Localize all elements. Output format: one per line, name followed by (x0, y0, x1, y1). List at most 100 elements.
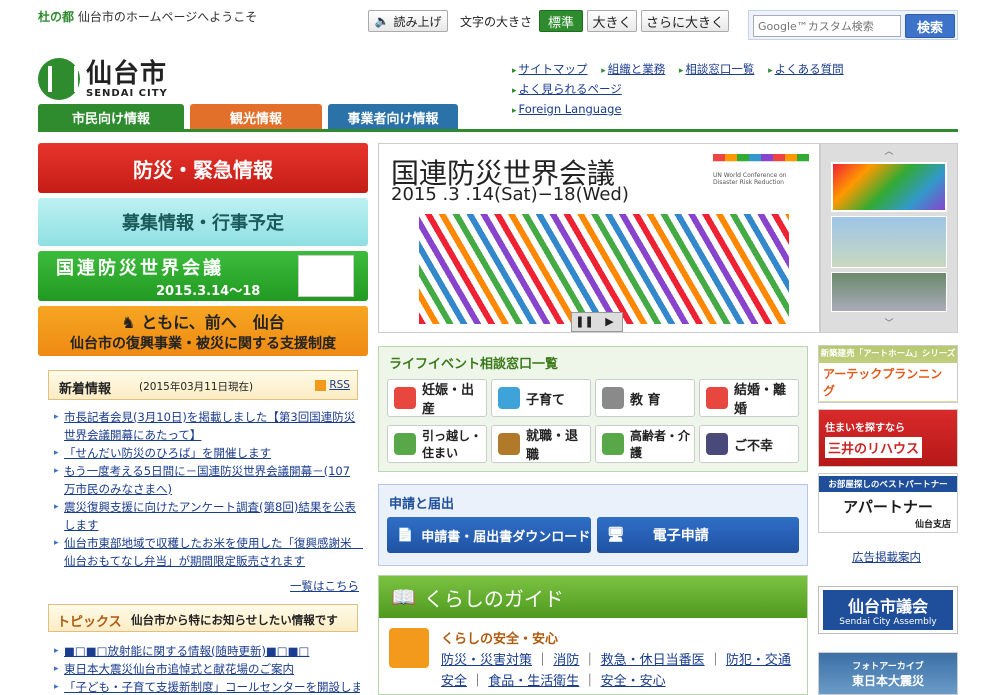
download-forms-button[interactable]: 📄 申請書・届出書ダウンロード (387, 517, 591, 553)
ad-mitsui-rehouse[interactable]: 住まいを探すなら 三井のリハウス (818, 409, 958, 467)
tab-tourism[interactable]: 観光情報 (190, 104, 322, 130)
wheelchair-icon (602, 433, 624, 455)
news-header: 新着情報 (2015年03月11日現在) RSS (48, 370, 358, 400)
photo-archive-banner[interactable]: フォトアーカイブ 東日本大震災 (818, 652, 958, 695)
popular-pages-link[interactable]: よく見られるページ (512, 82, 622, 96)
life-moving-button[interactable]: 引っ越し・住まい (387, 425, 487, 463)
news-list: 市長記者会見(3月10日)を掲載しました【第3回国連防災世界会議開幕にあたって】… (54, 408, 363, 570)
recovery-button[interactable]: ♞ ともに、前へ 仙台 仙台市の復興事業・被災に関する支援制度 (38, 306, 368, 356)
pause-icon[interactable]: ❚❚ (572, 313, 597, 331)
house-icon (389, 628, 429, 668)
list-item[interactable]: ■□■□放射能に関する情報(随時更新)■□■□ (54, 642, 360, 660)
guide-link[interactable]: 食品・生活衛生 (488, 674, 579, 689)
ad3-top-text: お部屋探しのベストパートナー (819, 476, 957, 492)
tagline-prefix: 杜の都 (38, 10, 75, 24)
banner-thumbnails: ︿ ﹀ (820, 143, 958, 333)
banner-artwork (419, 214, 789, 324)
tagline-text: 仙台市のホームページへようこそ (77, 10, 258, 24)
life-pregnancy-button[interactable]: 妊娠・出産 (387, 379, 487, 417)
tab-business[interactable]: 事業者向け情報 (328, 104, 458, 130)
living-guide-panel: 📖 くらしのガイド くらしの安全・安心 防災・災害対策 ｜ 消防 ｜ 救急・休日… (378, 575, 808, 695)
assembly-subtitle: Sendai City Assembly (839, 617, 937, 627)
readaloud-button[interactable]: 🔈 読み上げ (368, 10, 448, 32)
site-logo[interactable]: 仙台市 SENDAI CITY (38, 58, 168, 100)
play-icon[interactable]: ▶ (597, 313, 622, 331)
application-title: 申請と届出 (389, 497, 455, 512)
site-tagline: 杜の都 仙台市のホームページへようこそ (38, 8, 257, 25)
guide-link[interactable]: 防災・災害対策 (441, 653, 532, 668)
organization-link[interactable]: 組織と業務 (601, 62, 666, 76)
recruit-events-button[interactable]: 募集情報・行事予定 (38, 198, 368, 246)
fontsize-large-button[interactable]: 大きく (587, 10, 637, 32)
topics-title: トピックス (57, 615, 122, 630)
faq-link[interactable]: よくある質問 (768, 62, 844, 76)
search-button[interactable]: 検索 (905, 14, 955, 38)
archive-line1: フォトアーカイブ (852, 661, 924, 672)
list-item[interactable]: 東日本大震災仙台市追悼式と献花場のご案内 (54, 660, 360, 678)
fontsize-standard-button[interactable]: 標準 (539, 10, 583, 32)
main-banner[interactable]: 国連防災世界会議 2015 .3 .14(Sat)−18(Wed) UN Wor… (378, 143, 820, 333)
life-bereavement-button[interactable]: ご不幸 (699, 425, 799, 463)
ad-apartner[interactable]: お部屋探しのベストパートナー アパートナー 仙台支店 (818, 473, 958, 533)
truck-icon (394, 433, 416, 455)
ad1-name: アーテックプランニング (819, 363, 957, 401)
scroll-up-icon[interactable]: ︿ (821, 144, 957, 158)
ad-info-link[interactable]: 広告掲載案内 (852, 549, 921, 565)
thumbnail-1[interactable] (831, 162, 947, 212)
application-panel: 申請と届出 📄 申請書・届出書ダウンロード 🖥 電子申請 (378, 484, 808, 566)
topics-header: トピックス 仙台市から特にお知らせしたい情報です (48, 604, 358, 632)
tab-citizens[interactable]: 市民向け情報 (38, 104, 184, 130)
fontsize-xlarge-button[interactable]: さらに大きく (641, 10, 729, 32)
ad-artec-planning[interactable]: 新築建売「アートホーム」シリーズ アーテックプランニング (818, 345, 958, 403)
list-item[interactable]: もう一度考える5日間に－国連防災世界会議開幕－(107万市民のみなさまへ) (54, 462, 360, 498)
rss-link[interactable]: RSS (315, 379, 350, 391)
thumbnail-3[interactable] (831, 272, 947, 312)
guide-link[interactable]: 消防 (553, 653, 579, 668)
consultation-link[interactable]: 相談窓口一覧 (679, 62, 754, 76)
life-employment-button[interactable]: 就職・退職 (491, 425, 591, 463)
search-box: 検索 (748, 10, 958, 40)
horseman-icon: ♞ (121, 313, 142, 332)
document-icon: 📄 (397, 527, 414, 543)
life-elderly-button[interactable]: 高齢者・介護 (595, 425, 695, 463)
life-childcare-button[interactable]: 子育て (491, 379, 591, 417)
life-education-button[interactable]: 教 育 (595, 379, 695, 417)
ad3-sub: 仙台支店 (914, 520, 951, 530)
un-conference-button[interactable]: 国連防災世界会議 2015.3.14〜18 (38, 251, 368, 301)
guide-link[interactable]: 救急・休日当番医 (601, 653, 705, 668)
ad3-name: アパートナー (843, 498, 933, 516)
guide-link[interactable]: 安全・安心 (601, 674, 666, 689)
list-item[interactable]: 市長記者会見(3月10日)を掲載しました【第3回国連防災世界会議開幕にあたって】 (54, 408, 360, 444)
computer-icon: 🖥 (607, 527, 625, 543)
disaster-info-button[interactable]: 防災・緊急情報 (38, 143, 368, 193)
news-more-link[interactable]: 一覧はこちら (290, 578, 359, 594)
ad2-name: 三井のリハウス (825, 436, 923, 458)
rss-icon (315, 379, 326, 391)
life-marriage-button[interactable]: 結婚・離婚 (699, 379, 799, 417)
speaker-icon: 🔈 (374, 14, 390, 28)
city-assembly-banner[interactable]: 仙台市議会 Sendai City Assembly (818, 586, 958, 634)
list-item[interactable]: 「子ども・子育て支援新制度」コールセンターを開設しまし (54, 678, 360, 695)
list-item[interactable]: 仙台市東部地域で収穫したお米を使用した「復興感謝米 仙台おもてなし弁当」が期間限… (54, 534, 363, 570)
thumbnail-2[interactable] (831, 216, 947, 268)
topics-subtitle: 仙台市から特にお知らせしたい情報です (131, 613, 338, 627)
foreign-language-link[interactable]: Foreign Language (512, 102, 622, 116)
scroll-down-icon[interactable]: ﹀ (821, 316, 957, 330)
sitemap-link[interactable]: サイトマップ (512, 62, 588, 76)
topics-list: ■□■□放射能に関する情報(随時更新)■□■□ 東日本大震災仙台市追悼式と献花場… (54, 642, 360, 695)
life-events-title: ライフイベント相談窓口一覧 (389, 357, 559, 372)
search-input[interactable] (753, 15, 901, 37)
city-emblem-icon (38, 58, 80, 100)
list-item[interactable]: 「せんだい防災のひろば」を開催します (54, 444, 360, 462)
guide-links: 防災・災害対策 ｜ 消防 ｜ 救急・休日当番医 ｜ 防犯・交通安全 ｜ 食品・生… (441, 653, 791, 689)
logo-text-en: SENDAI CITY (86, 87, 168, 99)
recovery-line1: ♞ ともに、前へ 仙台 (121, 313, 285, 332)
list-item[interactable]: 震災復興支援に向けたアンケート調査(第8回)結果を公表します (54, 498, 360, 534)
online-application-button[interactable]: 🖥 電子申請 (597, 517, 799, 553)
briefcase-icon (498, 433, 520, 455)
living-guide-header: 📖 くらしのガイド (379, 576, 807, 618)
news-date: (2015年03月11日現在) (139, 381, 254, 393)
life-events-panel: ライフイベント相談窓口一覧 妊娠・出産 子育て 教 育 結婚・離婚 引っ越し・住… (378, 346, 808, 472)
wcdrr-logo-icon (713, 154, 809, 162)
readaloud-label: 読み上げ (393, 14, 442, 29)
